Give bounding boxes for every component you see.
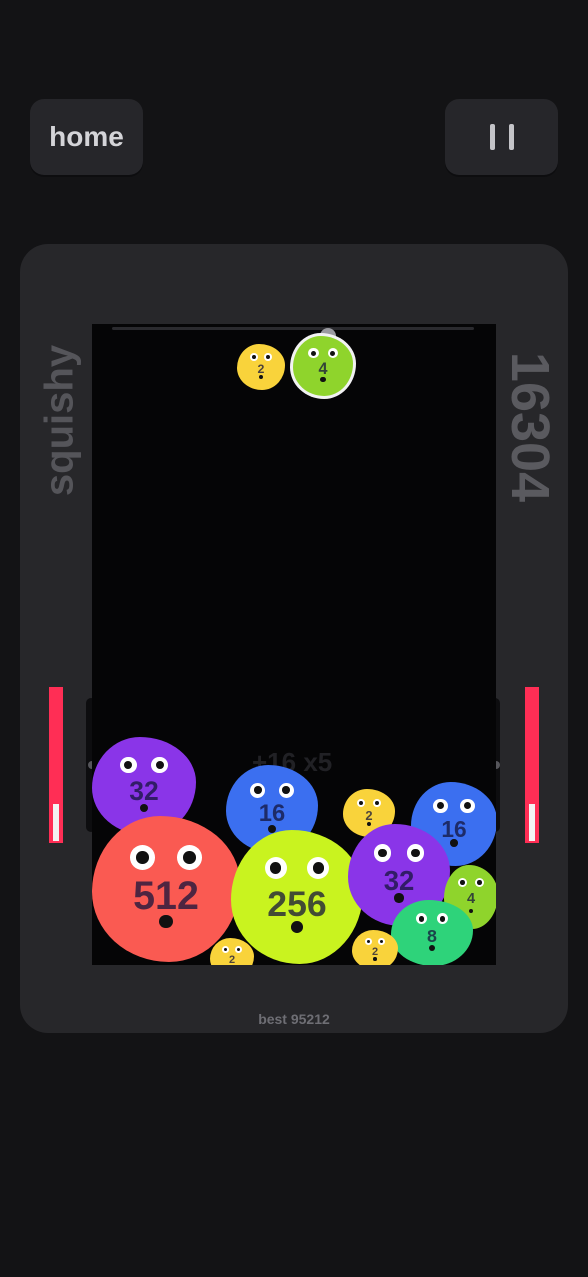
- blob-eyes: [264, 856, 330, 880]
- blob-eyes: [250, 782, 294, 798]
- blob-value: 16: [258, 800, 286, 828]
- blob-mouth: [468, 908, 474, 914]
- pause-icon: [489, 124, 495, 150]
- pause-button[interactable]: [445, 99, 558, 175]
- blob-mouth: [159, 915, 173, 929]
- game-title: squishy: [37, 344, 82, 497]
- next-blob-2: 2: [237, 344, 285, 390]
- left-pressure-gauge: [49, 687, 63, 843]
- home-button[interactable]: home: [30, 99, 143, 175]
- blob-value: 2: [365, 808, 373, 824]
- right-gauge-fill: [529, 804, 535, 841]
- blob-eyes: [222, 946, 242, 953]
- blob-value: 32: [129, 776, 159, 807]
- play-field[interactable]: +16 x5 2 4 32 16 2 16 512 256 32 4 8 2 2: [92, 324, 496, 965]
- left-gauge-fill: [53, 804, 59, 841]
- blob-eyes: [249, 353, 273, 361]
- blob-256: 256: [231, 830, 363, 964]
- blob-eyes: [415, 913, 449, 925]
- blob-eyes: [365, 938, 385, 945]
- blob-mouth: [394, 893, 404, 903]
- blob-eyes: [120, 756, 168, 774]
- current-blob-4: 4: [293, 336, 353, 396]
- blob-eyes: [130, 845, 202, 870]
- blob-eyes: [374, 844, 424, 862]
- blob-value: 2: [371, 946, 379, 958]
- blob-value: 4: [466, 890, 476, 907]
- blob-mouth: [373, 957, 377, 961]
- blob-eyes: [433, 798, 475, 814]
- blob-mouth: [291, 921, 303, 933]
- blob-mouth: [139, 803, 149, 813]
- score-display: 16304: [500, 351, 560, 503]
- blob-mouth: [366, 821, 372, 826]
- blob-8: 8: [391, 900, 473, 965]
- blob-mouth: [320, 376, 326, 383]
- blob-eyes: [308, 348, 338, 359]
- blob-2-small-right: 2: [352, 930, 398, 965]
- blob-mouth: [450, 839, 458, 847]
- blob-eyes: [457, 877, 485, 887]
- blob-value: 32: [383, 864, 415, 896]
- blob-512: 512: [92, 816, 240, 962]
- drop-line: [112, 327, 474, 330]
- blob-mouth: [258, 375, 264, 380]
- blob-value: 256: [267, 883, 327, 924]
- blob-eyes: [357, 798, 381, 807]
- best-score: best 95212: [258, 1011, 330, 1027]
- blob-value: 512: [133, 874, 199, 919]
- blob-value: 2: [228, 954, 236, 965]
- blob-mouth: [429, 944, 435, 951]
- right-pressure-gauge: [525, 687, 539, 843]
